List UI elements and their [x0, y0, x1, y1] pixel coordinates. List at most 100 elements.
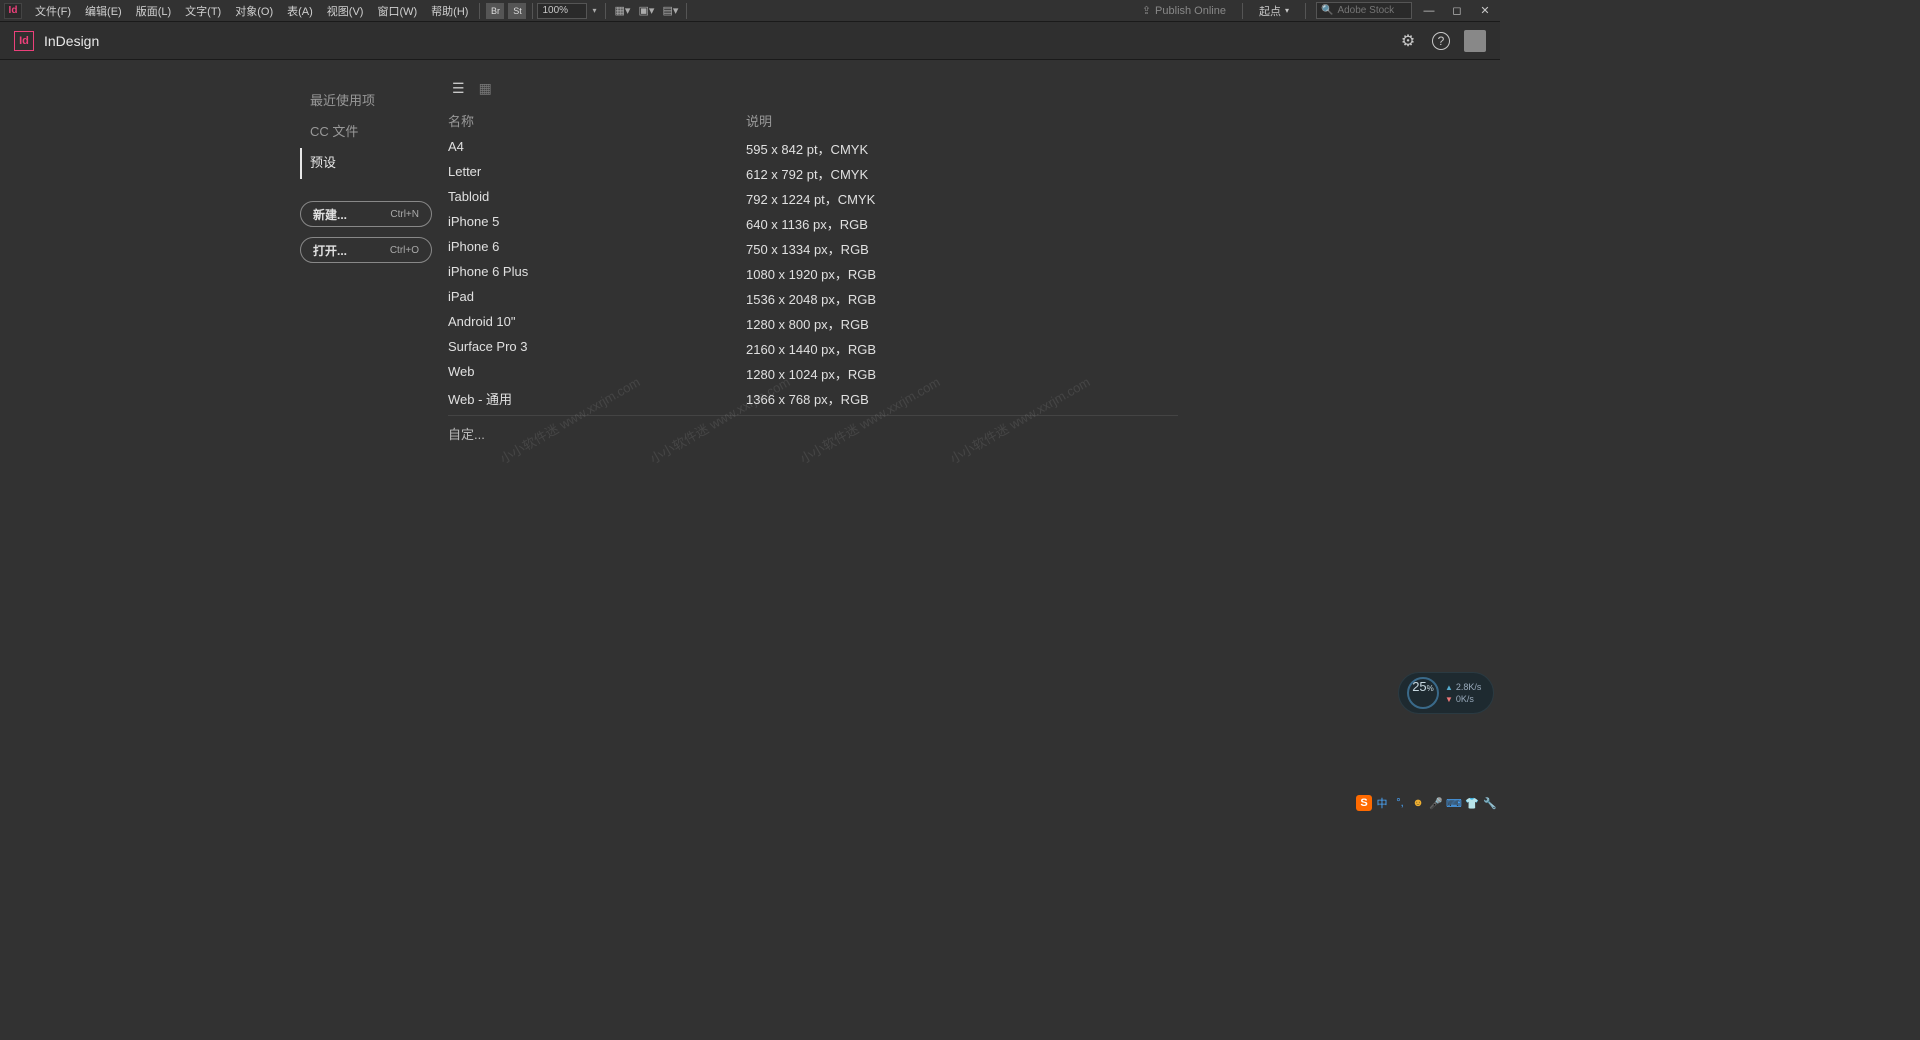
preset-desc: 750 x 1334 px，RGB	[746, 239, 1178, 258]
column-header-desc: 说明	[746, 111, 1178, 130]
separator	[686, 3, 687, 19]
preset-name: Surface Pro 3	[448, 339, 746, 358]
menu-item[interactable]: 对象(O)	[228, 1, 280, 21]
preset-row[interactable]: iPad1536 x 2048 px，RGB	[448, 286, 1178, 311]
minimize-button[interactable]: —	[1418, 2, 1440, 20]
preset-name: Tabloid	[448, 189, 746, 208]
upload-icon: ⇪	[1142, 4, 1151, 17]
preset-custom[interactable]: 自定...	[448, 415, 1178, 446]
preset-desc: 612 x 792 pt，CMYK	[746, 164, 1178, 183]
separator	[1242, 3, 1243, 19]
zoom-level[interactable]: 100%	[537, 3, 587, 19]
preset-row[interactable]: Android 10"1280 x 800 px，RGB	[448, 311, 1178, 336]
preset-row[interactable]: Surface Pro 32160 x 1440 px，RGB	[448, 336, 1178, 361]
ime-punct-icon[interactable]: °,	[1392, 795, 1408, 811]
menu-bar: Id 文件(F)编辑(E)版面(L)文字(T)对象(O)表(A)视图(V)窗口(…	[0, 0, 1500, 22]
preset-name: Android 10"	[448, 314, 746, 333]
user-avatar[interactable]	[1464, 30, 1486, 52]
menu-item[interactable]: 文件(F)	[28, 1, 78, 21]
preset-name: iPhone 6	[448, 239, 746, 258]
preset-name: Web - 通用	[448, 389, 746, 408]
app-icon-small: Id	[4, 3, 22, 19]
preset-row[interactable]: Web - 通用1366 x 768 px，RGB	[448, 386, 1178, 411]
start-workspace: 最近使用项CC 文件预设 新建...Ctrl+N打开...Ctrl+O ☰ ▦ …	[0, 60, 1500, 446]
ime-lang-icon[interactable]: 中	[1374, 795, 1390, 811]
menu-item[interactable]: 表(A)	[280, 1, 320, 21]
ime-mic-icon[interactable]: 🎤	[1428, 795, 1444, 811]
upload-arrow-icon: ▲	[1445, 683, 1453, 692]
preset-name: iPad	[448, 289, 746, 308]
adobe-stock-search[interactable]: 🔍	[1316, 2, 1412, 19]
download-arrow-icon: ▼	[1445, 695, 1453, 704]
ime-keyboard-icon[interactable]: ⌨	[1446, 795, 1462, 811]
bridge-icon[interactable]: Br	[486, 3, 504, 19]
preset-row[interactable]: A4595 x 842 pt，CMYK	[448, 136, 1178, 161]
network-monitor-widget[interactable]: 25% ▲2.8K/s ▼0K/s	[1398, 672, 1494, 714]
preset-name: Web	[448, 364, 746, 383]
preset-desc: 640 x 1136 px，RGB	[746, 214, 1178, 233]
menu-item[interactable]: 视图(V)	[320, 1, 371, 21]
separator	[605, 3, 606, 19]
help-icon[interactable]: ?	[1432, 32, 1450, 50]
ime-emoji-icon[interactable]: ☻	[1410, 795, 1426, 811]
separator	[532, 3, 533, 19]
app-title: InDesign	[44, 33, 99, 49]
screen-mode-icon[interactable]: ▣▾	[636, 3, 656, 19]
settings-icon[interactable]: ⚙	[1398, 31, 1418, 51]
sidebar-tab[interactable]: 最近使用项	[300, 86, 440, 117]
menu-item[interactable]: 文字(T)	[178, 1, 228, 21]
preset-row[interactable]: iPhone 5640 x 1136 px，RGB	[448, 211, 1178, 236]
preset-row[interactable]: iPhone 6 Plus1080 x 1920 px，RGB	[448, 261, 1178, 286]
action-button[interactable]: 新建...Ctrl+N	[300, 201, 432, 227]
ime-skin-icon[interactable]: 👕	[1464, 795, 1480, 811]
menu-item[interactable]: 版面(L)	[129, 1, 178, 21]
system-tray: S 中 °, ☻ 🎤 ⌨ 👕 🔧	[1354, 794, 1500, 812]
presets-panel: ☰ ▦ 名称 说明 A4595 x 842 pt，CMYKLetter612 x…	[440, 80, 1500, 446]
sidebar-tab[interactable]: 预设	[300, 148, 440, 179]
list-view-icon[interactable]: ☰	[452, 80, 465, 97]
stock-search-input[interactable]	[1337, 5, 1407, 16]
preset-desc: 1080 x 1920 px，RGB	[746, 264, 1178, 283]
preset-row[interactable]: iPhone 6750 x 1334 px，RGB	[448, 236, 1178, 261]
close-button[interactable]: ✕	[1474, 2, 1496, 20]
preset-desc: 1280 x 800 px，RGB	[746, 314, 1178, 333]
grid-view-icon[interactable]: ▦	[479, 80, 492, 97]
net-speeds: ▲2.8K/s ▼0K/s	[1445, 682, 1481, 704]
stock-icon[interactable]: St	[508, 3, 526, 19]
preset-desc: 595 x 842 pt，CMYK	[746, 139, 1178, 158]
publish-online-button[interactable]: ⇪ Publish Online	[1136, 4, 1232, 17]
maximize-button[interactable]: ◻	[1446, 2, 1468, 20]
preset-desc: 1280 x 1024 px，RGB	[746, 364, 1178, 383]
preset-name: Letter	[448, 164, 746, 183]
app-title-bar: Id InDesign ⚙ ?	[0, 22, 1500, 60]
preset-row[interactable]: Web1280 x 1024 px，RGB	[448, 361, 1178, 386]
preset-desc: 792 x 1224 pt，CMYK	[746, 189, 1178, 208]
preset-name: iPhone 5	[448, 214, 746, 233]
start-sidebar: 最近使用项CC 文件预设 新建...Ctrl+N 打开...Ctrl+O	[0, 80, 440, 446]
preset-row[interactable]: Tabloid792 x 1224 pt，CMYK	[448, 186, 1178, 211]
chevron-down-icon: ▾	[1285, 6, 1289, 15]
preset-name: A4	[448, 139, 746, 158]
cpu-percent: 25%	[1407, 677, 1439, 709]
zoom-dropdown-icon[interactable]: ▾	[587, 3, 601, 19]
separator	[479, 3, 480, 19]
preset-name: iPhone 6 Plus	[448, 264, 746, 283]
preset-desc: 2160 x 1440 px，RGB	[746, 339, 1178, 358]
indesign-logo-icon: Id	[14, 31, 34, 51]
menu-item[interactable]: 窗口(W)	[370, 1, 424, 21]
ime-tool-icon[interactable]: 🔧	[1482, 795, 1498, 811]
sogou-ime-icon[interactable]: S	[1356, 795, 1372, 811]
presets-table: 名称 说明 A4595 x 842 pt，CMYKLetter612 x 792…	[448, 107, 1178, 446]
preset-desc: 1366 x 768 px，RGB	[746, 389, 1178, 408]
column-header-name: 名称	[448, 111, 746, 130]
action-button[interactable]: 打开...Ctrl+O	[300, 237, 432, 263]
arrange-icon[interactable]: ▤▾	[660, 3, 680, 19]
sidebar-tab[interactable]: CC 文件	[300, 117, 440, 148]
preset-row[interactable]: Letter612 x 792 pt，CMYK	[448, 161, 1178, 186]
view-options-icon[interactable]: ▦▾	[612, 3, 632, 19]
menu-item[interactable]: 帮助(H)	[424, 1, 475, 21]
preset-desc: 1536 x 2048 px，RGB	[746, 289, 1178, 308]
search-icon: 🔍	[1321, 5, 1333, 16]
workspace-switcher[interactable]: 起点 ▾	[1253, 3, 1295, 19]
menu-item[interactable]: 编辑(E)	[78, 1, 129, 21]
